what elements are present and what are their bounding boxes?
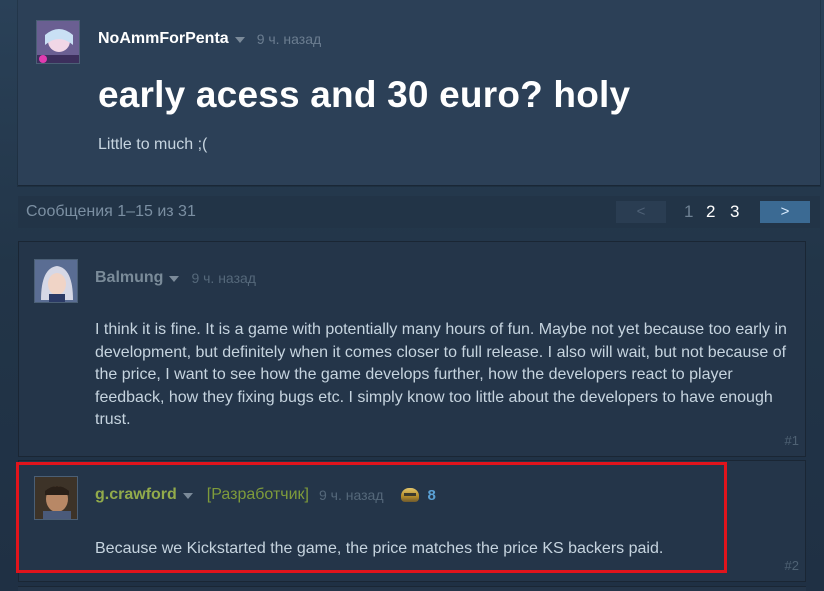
op-body: Little to much ;( xyxy=(98,136,208,153)
reply-timestamp: 9 ч. назад xyxy=(191,270,256,286)
reply-body: Because we Kickstarted the game, the pri… xyxy=(95,540,664,557)
page-link-3[interactable]: 3 xyxy=(730,201,739,223)
reply-body: I think it is fine. It is a game with po… xyxy=(95,321,787,428)
reply-timestamp: 9 ч. назад xyxy=(319,487,384,503)
chevron-down-icon[interactable] xyxy=(169,276,180,282)
page-link-2[interactable]: 2 xyxy=(706,201,715,223)
pagination-bar: Сообщения 1–15 из 31 < 1 2 3 > xyxy=(18,196,820,228)
reply-author-name[interactable]: g.crawford xyxy=(95,486,177,504)
op-avatar[interactable] xyxy=(36,20,80,64)
reply-avatar[interactable] xyxy=(34,259,78,303)
reply-author-row: Balmung 9 ч. назад xyxy=(95,266,256,290)
prev-page-button[interactable]: < xyxy=(616,201,666,223)
op-timestamp: 9 ч. назад xyxy=(256,31,322,47)
reply-post: Balmung 9 ч. назад I think it is fine. I… xyxy=(18,241,806,457)
reply-author-row: g.crawford [Разработчик] 9 ч. назад 8 xyxy=(95,483,436,507)
page-link-1[interactable]: 1 xyxy=(684,201,693,223)
reply-author-name[interactable]: Balmung xyxy=(95,269,163,287)
topic-title: early acess and 30 euro? holy xyxy=(98,74,631,115)
chevron-down-icon[interactable] xyxy=(182,493,193,499)
pagination-info: Сообщения 1–15 из 31 xyxy=(26,203,196,220)
award-count: 8 xyxy=(427,486,436,504)
developer-badge: [Разработчик] xyxy=(206,486,309,503)
award-button[interactable]: 8 xyxy=(401,486,436,504)
post-number[interactable]: #2 xyxy=(785,558,799,573)
op-author-name[interactable]: NoAmmForPenta xyxy=(98,30,229,48)
next-page-button[interactable]: > xyxy=(760,201,810,223)
original-post: NoAmmForPenta 9 ч. назад early acess and… xyxy=(18,0,820,186)
reply-avatar[interactable] xyxy=(34,476,78,520)
chevron-down-icon[interactable] xyxy=(234,37,245,43)
reply-post: g.crawford [Разработчик] 9 ч. назад 8 Be… xyxy=(18,460,806,582)
next-reply-edge xyxy=(18,586,806,591)
op-author-row: NoAmmForPenta 9 ч. назад xyxy=(98,27,321,51)
award-icon xyxy=(401,488,420,502)
post-number[interactable]: #1 xyxy=(785,433,799,448)
